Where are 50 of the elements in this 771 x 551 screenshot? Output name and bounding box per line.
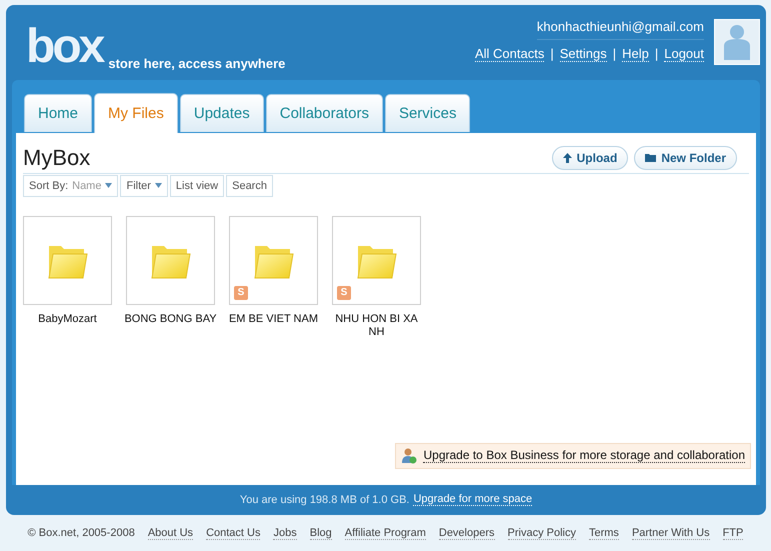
up-arrow-icon [562,152,572,163]
tab[interactable]: Collaborators [266,94,383,132]
logo[interactable]: box [26,23,102,71]
header-link[interactable]: Settings [560,46,607,62]
folder-name[interactable]: BabyMozart [18,312,118,326]
usage-text: You are using 198.8 MB of 1.0 GB. [240,494,410,506]
filter-dropdown[interactable]: Filter [120,174,168,197]
search-button[interactable]: Search [226,174,273,197]
separator: | [654,46,658,62]
page-title: MyBox [23,144,90,171]
upgrade-space-link[interactable]: Upgrade for more space [413,493,532,506]
header-link[interactable]: All Contacts [474,46,544,62]
folder-name[interactable]: EM BE VIET NAM [224,312,324,326]
new-folder-button[interactable]: New Folder [634,146,737,170]
list-view-button[interactable]: List view [170,174,224,197]
folder-thumbnail[interactable] [126,216,215,305]
footer-link[interactable]: FTP [722,526,744,540]
user-add-icon [401,448,418,464]
tab[interactable]: Services [384,94,470,132]
tagline: store here, access anywhere [108,56,286,71]
tab[interactable]: Home [24,94,92,132]
footer-link[interactable]: About Us [148,526,194,540]
footer-link[interactable]: Developers [438,526,495,540]
caret-icon [105,183,112,188]
footer-link[interactable]: Contact Us [206,526,260,540]
separator: | [612,46,616,62]
user-email: khonhacthieunhi@gmail.com [536,19,704,40]
folder-name[interactable]: BONG BONG BAY [120,312,220,326]
user-silhouette-icon [722,24,752,60]
sort-dropdown[interactable]: Sort By: Name [23,174,118,197]
copyright: © Box.net, 2005-2008 [28,527,135,539]
folder-icon [645,153,656,162]
footer-link[interactable]: Blog [310,526,332,540]
shared-badge: S [337,286,351,300]
separator: | [550,46,554,62]
shared-badge: S [234,286,248,300]
header-link[interactable]: Help [622,46,649,62]
header-link[interactable]: Logout [664,46,704,62]
folder-thumbnail[interactable] [23,216,112,305]
avatar[interactable] [714,19,760,65]
tab[interactable]: Updates [180,94,264,132]
upgrade-link[interactable]: Upgrade to Box Business for more storage and collaboration [423,448,745,464]
folder-name[interactable]: NHU HON BI XA NH [326,312,426,339]
footer-link[interactable]: Jobs [273,526,297,540]
footer-link[interactable]: Affiliate Program [344,526,426,540]
caret-icon [154,183,162,188]
upload-button[interactable]: Upload [552,146,628,170]
footer-link[interactable]: Partner With Us [632,526,710,540]
footer-link[interactable]: Privacy Policy [508,526,576,540]
footer-link[interactable]: Terms [588,526,619,540]
